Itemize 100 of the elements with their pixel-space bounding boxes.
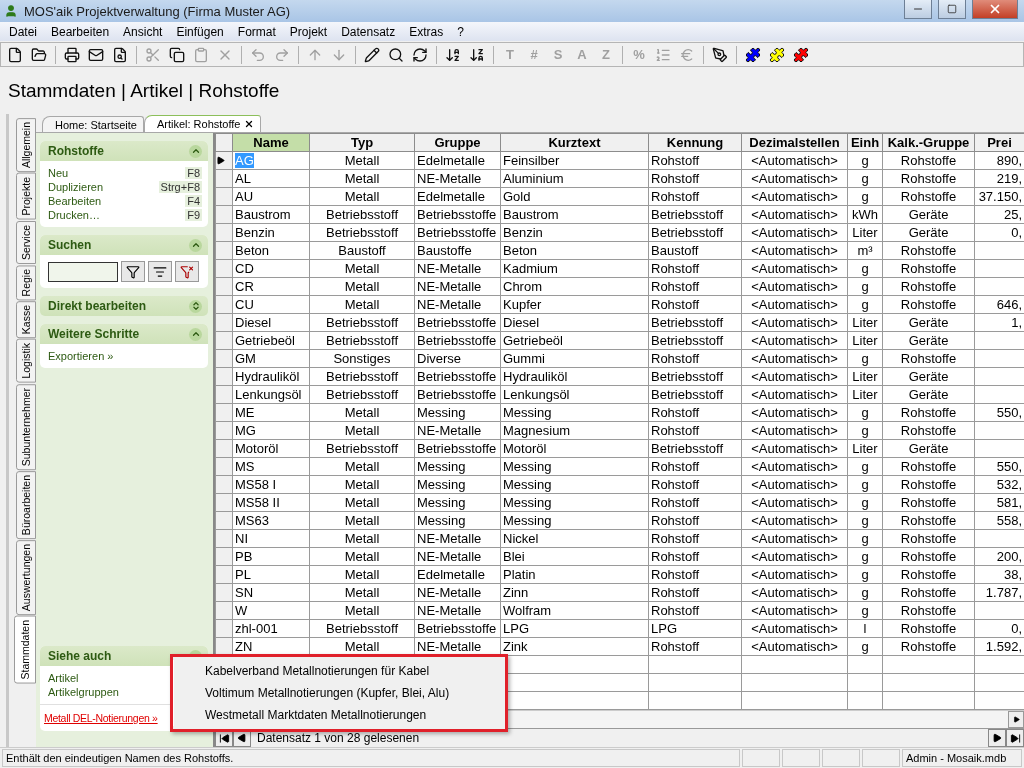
sort-ascending-icon (445, 46, 461, 63)
side-tab[interactable]: Büroarbeiten (16, 471, 36, 540)
table-cell: g (847, 457, 883, 476)
column-header[interactable]: Prei (974, 133, 1024, 152)
side-tab[interactable]: Subunternehmer (16, 383, 36, 471)
table-cell: Beton (500, 241, 649, 260)
column-header[interactable]: Kurztext (500, 133, 649, 152)
collapse-icon[interactable] (189, 327, 202, 341)
menu-item[interactable]: Format (230, 24, 283, 39)
table-cell: Rohstoffe (882, 403, 975, 422)
collapse-icon[interactable] (189, 238, 202, 252)
side-tab[interactable]: Auswertungen (16, 540, 36, 616)
table-cell: Rohstoffe (882, 295, 975, 314)
menu-item[interactable]: Bearbeiten (44, 24, 117, 39)
side-tab[interactable]: Logistik (16, 339, 36, 383)
menu-item[interactable]: ? (450, 24, 471, 39)
side-tab[interactable]: Allgemein (16, 118, 36, 173)
group-header[interactable]: Suchen (40, 235, 208, 255)
table-cell: Rohstoffe (882, 511, 975, 530)
side-tab[interactable]: Projekte (16, 173, 36, 220)
table-cell: Messing (414, 457, 501, 476)
search-field[interactable] (48, 261, 118, 282)
group-header[interactable]: Weitere Schritte (40, 324, 208, 344)
table-cell: Baustoffe (414, 241, 501, 260)
close-icon[interactable] (244, 119, 255, 129)
filter-list-button[interactable] (148, 261, 172, 282)
table-cell: Rohstoffe (882, 601, 975, 620)
expand-icon[interactable] (189, 299, 202, 313)
table-cell: Rohstoff (648, 295, 742, 314)
table-cell: Messing (500, 475, 649, 494)
column-header[interactable]: Gruppe (414, 133, 501, 152)
table-cell: <Automatisch> (741, 601, 848, 620)
last-record-button[interactable] (1006, 729, 1024, 747)
table-cell: Rohstoff (648, 421, 742, 440)
side-tab[interactable]: Service (16, 220, 36, 264)
paste-icon (193, 46, 209, 63)
task-link[interactable]: Neu (48, 167, 69, 179)
scroll-right-button[interactable] (1008, 711, 1024, 728)
table-cell: NE-Metalle (414, 421, 501, 440)
task-link[interactable]: Exportieren » (48, 350, 114, 362)
restore-icon (947, 4, 957, 14)
document-tab[interactable]: Artikel: Rohstoffe (143, 115, 262, 132)
table-cell: Rohstoff (648, 511, 742, 530)
group-header[interactable]: Rohstoffe (40, 141, 208, 161)
column-header[interactable]: Einh (847, 133, 883, 152)
column-header[interactable]: Kalk.-Gruppe (882, 133, 975, 152)
menu-item[interactable]: Westmetall Marktdaten Metallnotierungen (173, 704, 505, 726)
menu-item[interactable]: Projekt (282, 24, 335, 39)
side-tab[interactable]: Regie (16, 264, 36, 301)
table-cell: Betriebsstoffe (414, 205, 501, 224)
table-cell: Rohstoffe (882, 493, 975, 512)
table-cell: Messing (500, 493, 649, 512)
next-record-button[interactable] (988, 729, 1006, 747)
table-cell: Getriebeöl (232, 331, 310, 350)
table-cell: Betriebsstoff (648, 331, 742, 350)
document-tab[interactable]: Home: Startseite (42, 116, 144, 132)
task-link[interactable]: Duplizieren (48, 181, 104, 193)
table-cell: Chrom (500, 277, 649, 296)
table-cell: Liter (847, 385, 883, 404)
group-title: Suchen (48, 238, 92, 252)
table-cell: Betriebsstoffe (414, 439, 501, 458)
menu-item[interactable]: Extras (402, 24, 451, 39)
close-button[interactable] (972, 0, 1018, 19)
side-tab[interactable]: Stammdaten (14, 616, 36, 684)
table-cell: Lenkungsöl (500, 385, 649, 404)
table-cell: g (847, 493, 883, 512)
table-cell: Metall (309, 403, 415, 422)
group-header[interactable]: Direkt bearbeiten (40, 296, 208, 316)
table-cell: Gold (500, 187, 649, 206)
column-header[interactable]: Typ (309, 133, 415, 152)
table-cell: Baustoff (648, 241, 742, 260)
redo-icon (274, 46, 290, 63)
menu-item[interactable]: Datensatz (334, 24, 403, 39)
filter-button[interactable] (121, 261, 145, 282)
side-tab[interactable]: Kasse (16, 301, 36, 339)
menu-item[interactable]: Voltimum Metallnotierungen (Kupfer, Blei, Alu) (173, 682, 505, 704)
menu-item[interactable]: Datei (2, 24, 44, 39)
table-cell: Edelmetalle (414, 565, 501, 584)
table-cell: Rohstoff (648, 601, 742, 620)
minimize-button[interactable] (904, 0, 932, 19)
menu-item[interactable]: Einfügen (169, 24, 231, 39)
menu-item[interactable]: Kabelverband Metallnotierungen für Kabel (173, 660, 505, 682)
numbering-icon (655, 46, 671, 63)
task-link[interactable]: Bearbeiten (48, 195, 102, 207)
table-cell: g (847, 151, 883, 170)
table-cell: Rohstoff (648, 151, 742, 170)
table-cell: Betriebsstoff (309, 223, 415, 242)
table-cell: Liter (847, 223, 883, 242)
column-header[interactable]: Kennung (648, 133, 742, 152)
table-cell: Nickel (500, 529, 649, 548)
column-header[interactable]: Name (232, 133, 310, 152)
clear-filter-icon (180, 264, 194, 279)
restore-button[interactable] (938, 0, 966, 19)
table-cell: Rohstoffe (882, 169, 975, 188)
notation-link[interactable]: Metall DEL-Notierungen » (44, 712, 158, 724)
column-header[interactable]: Dezimalstellen (741, 133, 848, 152)
collapse-icon[interactable] (189, 144, 202, 158)
menu-item[interactable]: Ansicht (116, 24, 170, 39)
task-link[interactable]: Drucken… (48, 209, 100, 221)
clear-filter-button[interactable] (175, 261, 199, 282)
